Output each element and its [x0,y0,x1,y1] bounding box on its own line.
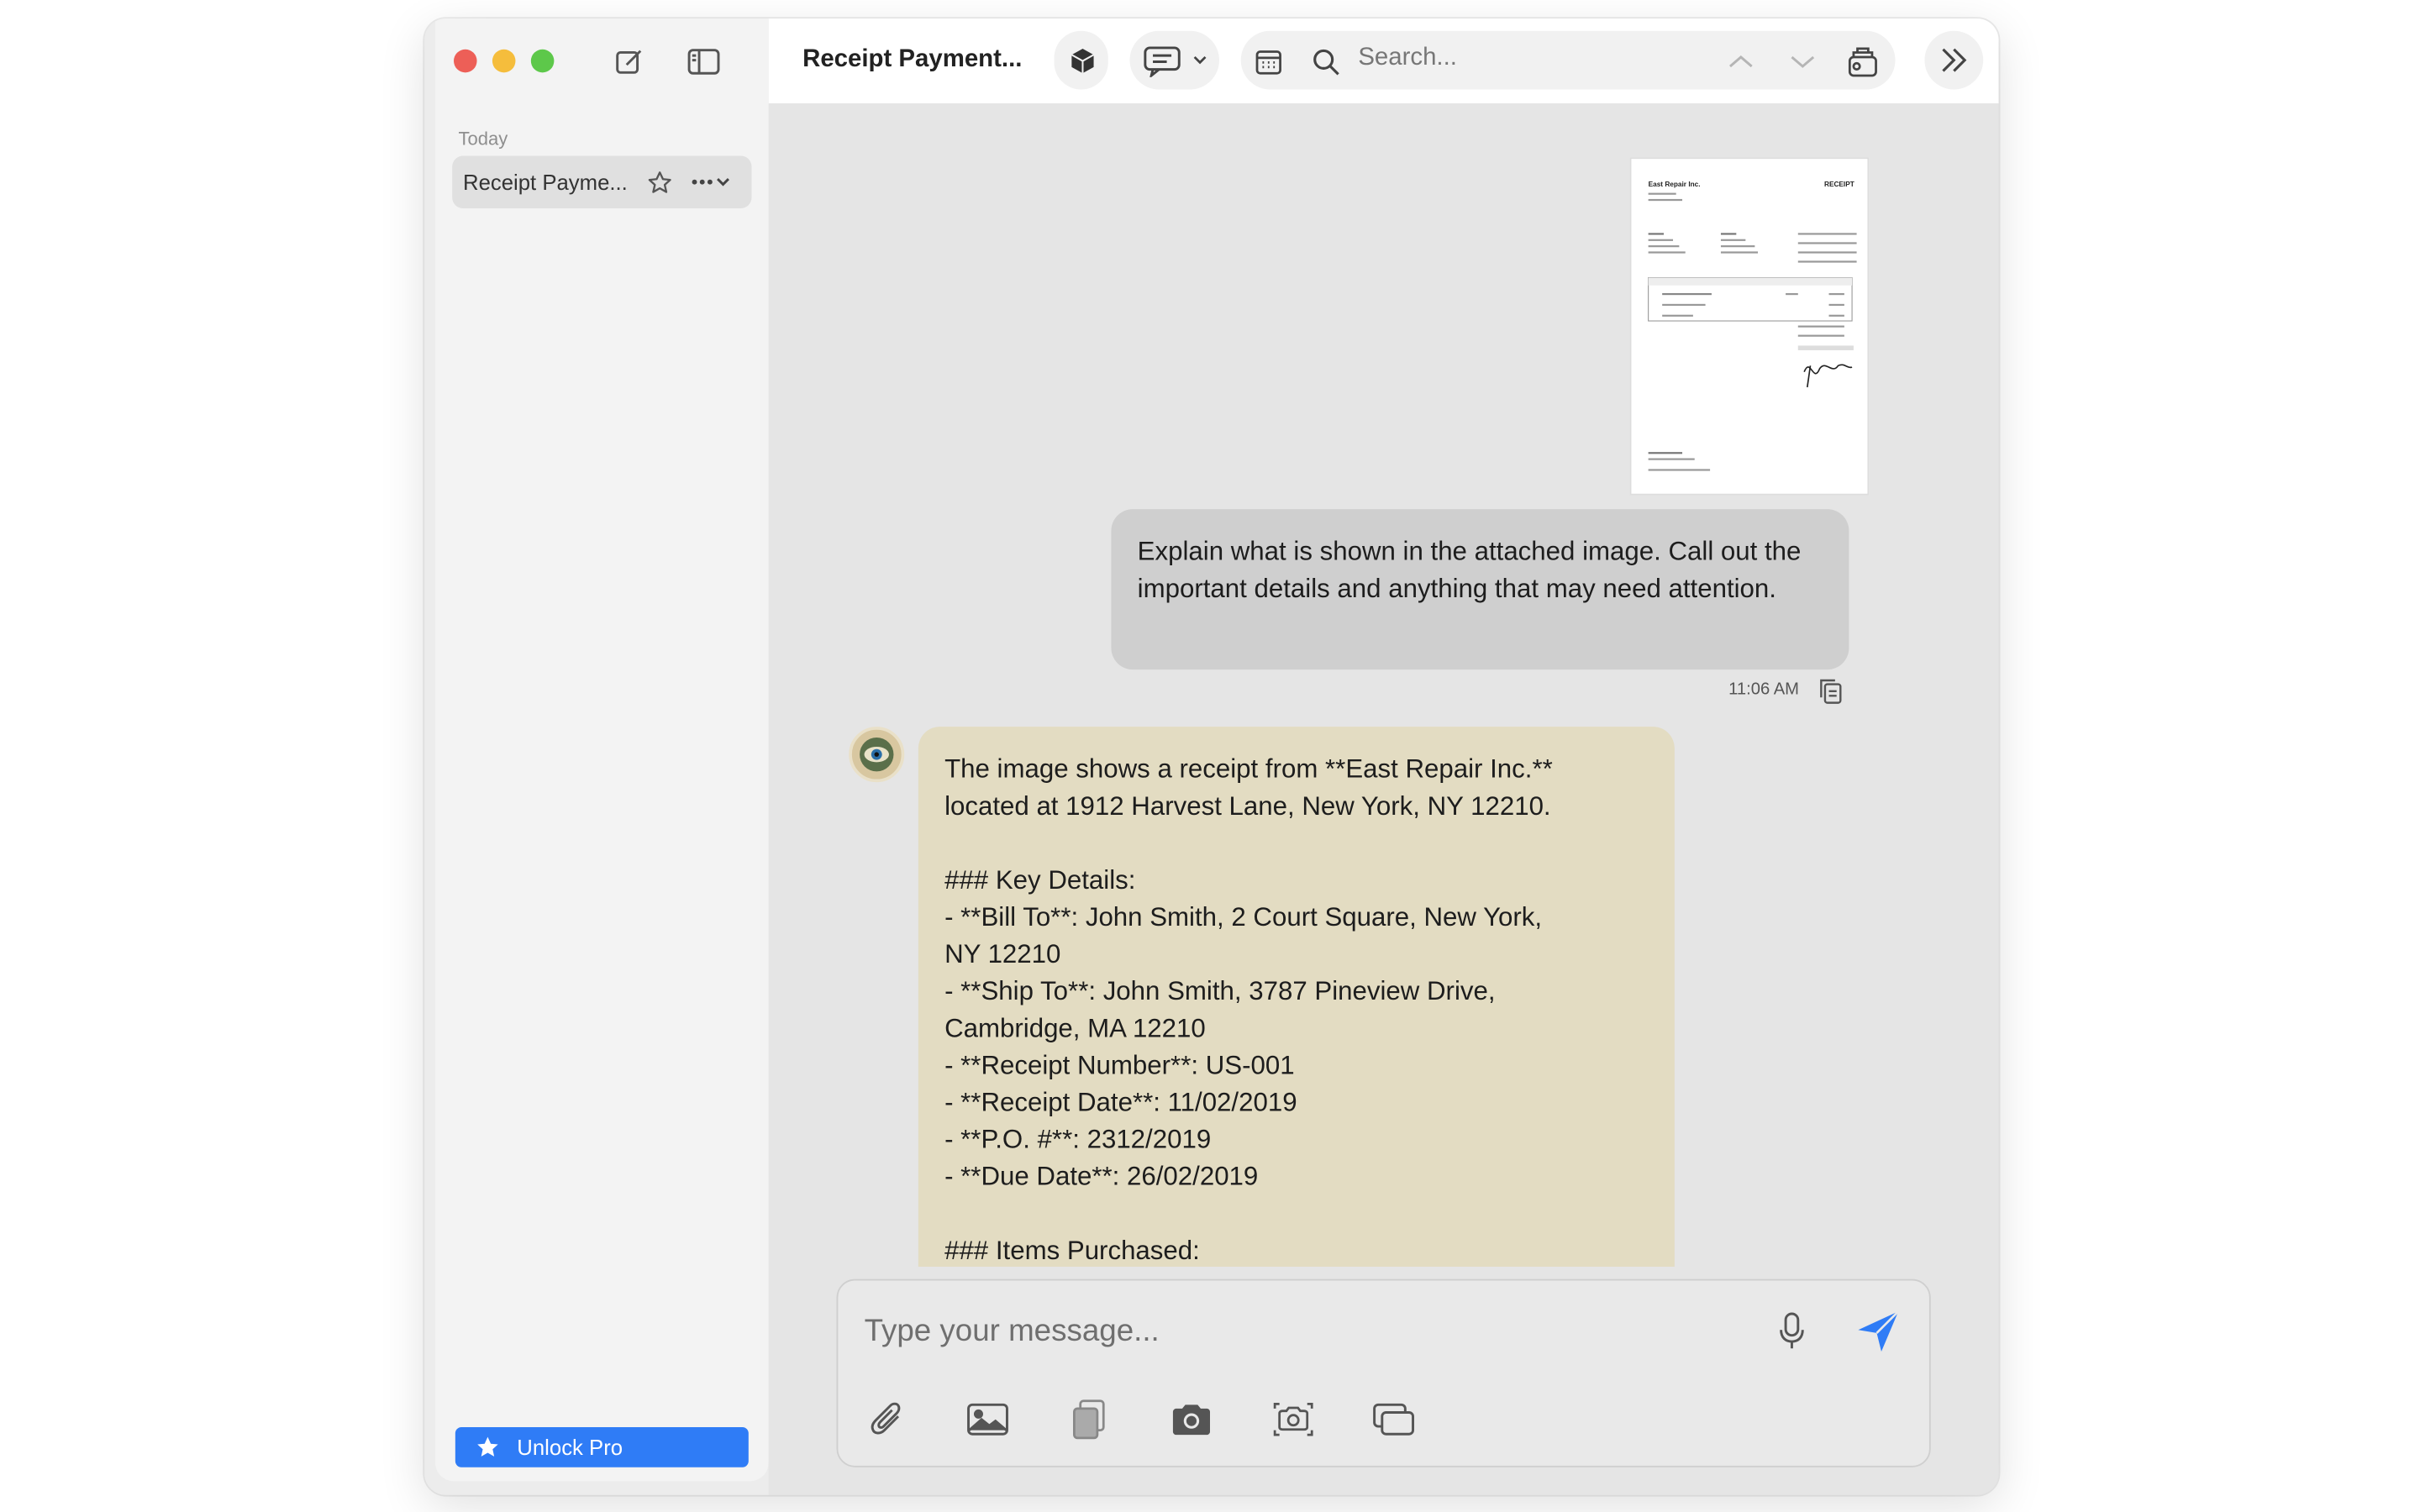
sidebar-section-today: Today [458,128,508,150]
send-icon[interactable] [1854,1307,1903,1357]
minimize-window-button[interactable] [492,49,516,73]
assistant-line: NY 12210 [944,939,1061,969]
assistant-line: Cambridge, MA 12210 [944,1013,1206,1043]
expand-panel-button[interactable] [1924,30,1984,90]
star-icon [476,1435,500,1464]
assistant-avatar [849,727,905,783]
user-message-text: Explain what is shown in the attached im… [1137,537,1802,604]
assistant-line: - **Receipt Date**: 11/02/2019 [944,1087,1297,1117]
assistant-line: - **Due Date**: 26/02/2019 [944,1162,1259,1191]
assistant-line: - **Ship To**: John Smith, 3787 Pineview… [944,976,1496,1006]
attached-receipt-image[interactable]: East Repair Inc. RECEIPT [1629,157,1870,496]
assistant-message-bubble: The image shows a receipt from **East Re… [918,727,1675,1267]
conversation-title: Receipt Payment... [802,46,1023,73]
zoom-window-button[interactable] [530,49,555,73]
assistant-line [944,1195,1649,1232]
assistant-line [944,826,1649,863]
unlock-pro-label: Unlock Pro [517,1435,623,1460]
app-root: Today Receipt Payme... Unlock Pro Receip… [0,0,2420,1512]
camera-icon[interactable] [1168,1399,1214,1440]
assistant-line: - **Bill To**: John Smith, 2 Court Squar… [944,902,1543,932]
double-chevron-right-icon [1939,45,1970,76]
more-options-icon[interactable] [688,168,738,196]
message-composer [836,1278,1931,1467]
chat-mode-button[interactable] [1129,30,1220,90]
message-input[interactable] [864,1308,1729,1355]
sidebar-toggle-icon[interactable] [687,45,720,78]
sidebar-panel [434,18,769,1482]
cube-icon [1066,45,1097,76]
microphone-icon[interactable] [1773,1309,1810,1355]
sidebar-item-label: Receipt Payme... [463,170,628,195]
assistant-line: located at 1912 Harvest Lane, New York, … [944,791,1551,822]
message-timestamp: 11:06 AM [1728,680,1800,700]
calendar-icon[interactable] [1253,46,1284,77]
chat-bubbles-icon [1144,43,1208,77]
search-icon [1309,45,1343,78]
document-icon[interactable] [1070,1396,1110,1442]
assistant-line: ### Items Purchased: [944,1236,1200,1266]
screenshot-icon[interactable] [1270,1399,1317,1440]
svg-text:RECEIPT: RECEIPT [1824,181,1854,188]
app-window: Today Receipt Payme... Unlock Pro Receip… [424,18,1999,1495]
paperclip-icon[interactable] [865,1398,908,1441]
assistant-line: The image shows a receipt from **East Re… [944,754,1553,785]
sidebar: Today Receipt Payme... Unlock Pro [424,18,769,1495]
toolbar: Receipt Payment... Search... [768,18,1999,104]
unlock-pro-button[interactable]: Unlock Pro [455,1426,749,1467]
assistant-line: ### Key Details: [944,865,1136,895]
clear-icon[interactable] [1843,42,1883,82]
close-window-button[interactable] [453,49,477,73]
svg-text:East Repair Inc.: East Repair Inc. [1649,181,1701,188]
image-icon[interactable] [965,1399,1011,1440]
copy-icon[interactable] [1817,675,1844,706]
assistant-line: - **P.O. #**: 2312/2019 [944,1124,1212,1154]
search-input[interactable]: Search... [1358,45,1457,72]
compose-icon[interactable] [613,45,646,78]
assistant-line: - **Receipt Number**: US-001 [944,1050,1295,1080]
chevron-up-icon[interactable] [1725,46,1756,77]
user-message-bubble: Explain what is shown in the attached im… [1111,509,1849,670]
star-icon[interactable] [645,168,673,196]
sidebar-item-chat[interactable]: Receipt Payme... [452,155,752,208]
model-button[interactable] [1054,30,1108,90]
main-panel: Receipt Payment... Search... East Repair… [768,18,1999,1495]
windows-icon[interactable] [1370,1399,1417,1440]
chevron-down-icon[interactable] [1787,46,1818,77]
